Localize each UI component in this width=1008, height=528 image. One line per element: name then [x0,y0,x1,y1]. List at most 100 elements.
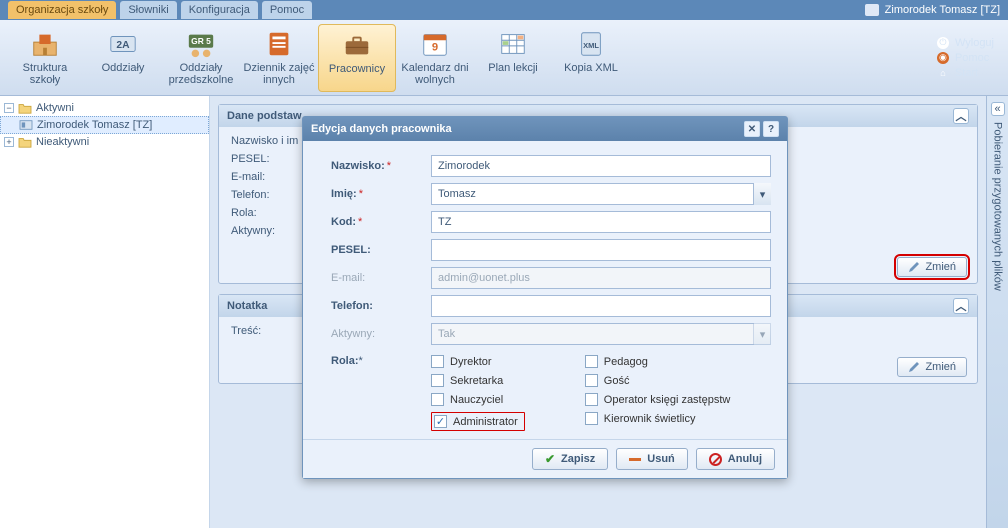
chk-label: Kierownik świetlicy [604,413,696,425]
tab-organizacja[interactable]: Organizacja szkoły [8,1,116,19]
save-button[interactable]: ✔Zapisz [532,448,608,470]
card-icon [19,119,33,131]
checkbox-icon [431,374,444,387]
chk-label: Sekretarka [450,375,503,387]
checkbox-icon [585,393,598,406]
ribbon-kopia[interactable]: XML Kopia XML [552,24,630,92]
dlg-label-rola: Rola:* [331,355,431,431]
chevron-left-icon[interactable]: « [991,102,1005,116]
school-icon [27,28,63,60]
journal-icon [261,28,297,60]
chk-administrator[interactable]: Administrator [431,412,525,431]
side-panel-label: Pobieranie przygotowanych plików [992,122,1004,291]
chevron-down-icon: ▾ [753,323,771,345]
minus-icon [629,458,641,461]
input-imie[interactable] [431,183,771,205]
chk-kierownik[interactable]: Kierownik świetlicy [585,412,731,425]
input-kod[interactable] [431,211,771,233]
ribbon-label: Struktura szkoły [6,62,84,86]
dialog-edycja: Edycja danych pracownika ✕ ? Nazwisko:* … [302,116,788,479]
briefcase-icon [339,29,375,61]
tree-label: Nieaktywni [36,136,89,148]
help-icon[interactable]: ? [763,121,779,137]
tree-aktywni[interactable]: − Aktywni [0,100,209,116]
collapse-panel-icon[interactable]: ︿ [953,108,969,124]
dlg-label-pesel: PESEL: [331,244,431,256]
dlg-label-aktywny: Aktywny: [331,328,431,340]
zmien-button-notatka[interactable]: Zmień [897,357,967,377]
ribbon-struktura[interactable]: Struktura szkoły [6,24,84,92]
pencil-icon [908,261,920,273]
link-start[interactable]: ⌂ Start [937,67,994,79]
ribbon-kalendarz[interactable]: 9 Kalendarz dni wolnych [396,24,474,92]
checkbox-icon [585,412,598,425]
chk-sekretarka[interactable]: Sekretarka [431,374,525,387]
lifebuoy-icon: ◉ [937,52,949,64]
input-pesel[interactable] [431,239,771,261]
link-wyloguj[interactable]: ⏻ Wyloguj [937,37,994,49]
input-nazwisko[interactable] [431,155,771,177]
delete-button[interactable]: Usuń [616,448,688,470]
ribbon-label: Plan lekcji [486,62,540,74]
tab-konfiguracja[interactable]: Konfiguracja [181,1,258,19]
ribbon-dziennik[interactable]: Dziennik zajęć innych [240,24,318,92]
panel-title: Notatka [227,300,267,312]
svg-text:9: 9 [432,41,438,53]
xml-icon: XML [573,28,609,60]
kindergarten-icon: GR 5 [183,28,219,60]
link-label: Pomoc [955,52,989,64]
header-links: ⏻ Wyloguj ◉ Pomoc ⌂ Start [937,37,1002,79]
chevron-down-icon[interactable]: ▾ [753,183,771,205]
tree-user-row[interactable]: Zimorodek Tomasz [TZ] [0,116,209,134]
ribbon: Struktura szkoły 2A Oddziały GR 5 Oddzia… [0,20,1008,96]
folder-icon [18,102,32,114]
tab-slowniki[interactable]: Słowniki [120,1,176,19]
chk-label: Gość [604,375,630,387]
user-name: Zimorodek Tomasz [TZ] [885,4,1000,16]
checkbox-icon [585,355,598,368]
input-telefon[interactable] [431,295,771,317]
chk-label: Dyrektor [450,356,492,368]
collapse-icon[interactable]: − [4,103,14,113]
chat-icon[interactable] [865,4,879,16]
button-label: Anuluj [728,453,762,465]
ribbon-plan[interactable]: Plan lekcji [474,24,552,92]
tree-nieaktywni[interactable]: + Nieaktywni [0,134,209,150]
schedule-icon [495,28,531,60]
cancel-button[interactable]: Anuluj [696,448,775,470]
ribbon-label: Pracownicy [327,63,387,75]
topbar: Organizacja szkoły Słowniki Konfiguracja… [0,0,1008,20]
calendar-icon: 9 [417,28,453,60]
dlg-label-telefon: Telefon: [331,300,431,312]
dialog-header[interactable]: Edycja danych pracownika ✕ ? [303,117,787,141]
chk-dyrektor[interactable]: Dyrektor [431,355,525,368]
ribbon-oddzialy[interactable]: 2A Oddziały [84,24,162,92]
link-label: Wyloguj [955,37,994,49]
input-aktywny [431,323,771,345]
zmien-button-dane[interactable]: Zmień [897,257,967,277]
check-icon: ✔ [545,452,555,466]
svg-text:XML: XML [583,40,599,49]
link-pomoc[interactable]: ◉ Pomoc [937,52,994,64]
button-label: Zmień [925,361,956,373]
checkbox-icon [431,355,444,368]
tab-pomoc[interactable]: Pomoc [262,1,312,19]
main-tabs: Organizacja szkoły Słowniki Konfiguracja… [8,1,312,19]
chk-operator[interactable]: Operator księgi zastępstw [585,393,731,406]
svg-text:2A: 2A [116,39,130,50]
chk-pedagog[interactable]: Pedagog [585,355,731,368]
side-download-panel[interactable]: « Pobieranie przygotowanych plików [986,96,1008,528]
ribbon-pracownicy[interactable]: Pracownicy [318,24,396,92]
checkbox-icon [434,415,447,428]
ribbon-przedszkolne[interactable]: GR 5 Oddziały przedszkolne [162,24,240,92]
dlg-label-kod: Kod:* [331,216,431,228]
expand-icon[interactable]: + [4,137,14,147]
chk-nauczyciel[interactable]: Nauczyciel [431,393,525,406]
chk-label: Pedagog [604,356,648,368]
chk-gosc[interactable]: Gość [585,374,731,387]
dialog-title: Edycja danych pracownika [311,123,452,135]
checkbox-icon [585,374,598,387]
collapse-panel-icon[interactable]: ︿ [953,298,969,314]
close-icon[interactable]: ✕ [744,121,760,137]
button-label: Zmień [925,261,956,273]
